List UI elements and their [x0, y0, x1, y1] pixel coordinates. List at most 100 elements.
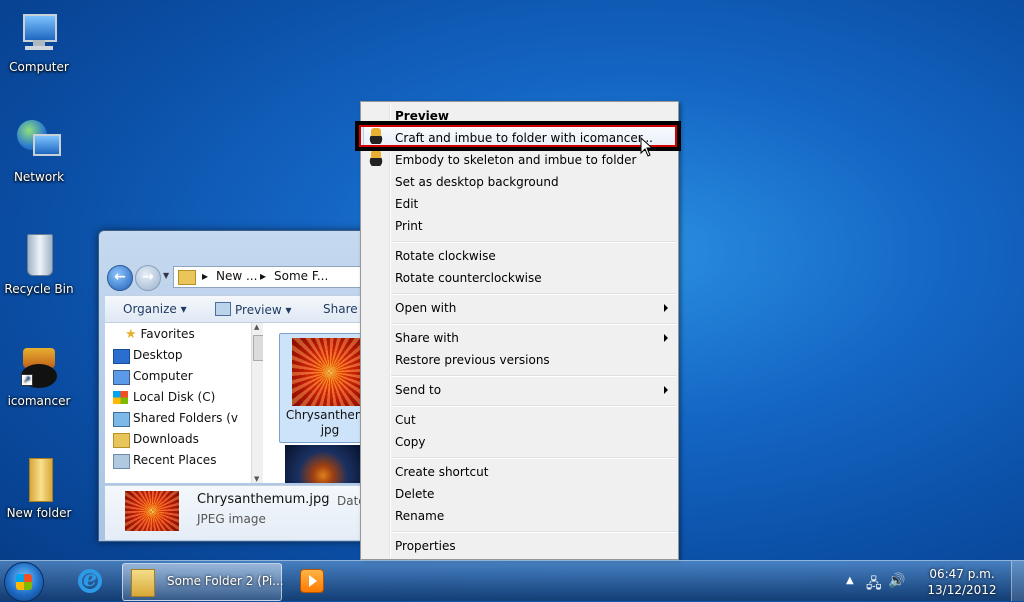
submenu-arrow-icon	[664, 334, 668, 342]
desktop-icon-label: Computer	[9, 60, 69, 74]
icomancer-icon: ↗	[15, 344, 63, 392]
nav-favorites[interactable]: ★ Favorites	[125, 327, 195, 342]
windows-logo-icon	[16, 574, 32, 590]
nav-item-desktop[interactable]: Desktop	[113, 348, 183, 364]
navigation-pane: ★ Favorites Desktop Computer Local Disk …	[105, 323, 264, 483]
taskbar: e Some Folder 2 (Pi... ▲ 🖧 🔊 06:47 p.m. …	[0, 560, 1024, 602]
preview-icon	[215, 302, 231, 316]
network-drive-icon	[113, 412, 130, 427]
explorer-window[interactable]: ← → ▼ ▸ New ... ▸ Some F... Organize ▾ P…	[98, 230, 400, 542]
breadcrumb-item[interactable]: New ...	[216, 269, 257, 283]
media-player-icon	[300, 569, 324, 593]
details-file-name: Chrysanthemum.jpg	[197, 492, 330, 507]
desktop-icon-label: icomancer	[7, 394, 71, 408]
menu-item-open-with[interactable]: Open with	[395, 298, 456, 318]
organize-button[interactable]: Organize ▾	[123, 302, 187, 316]
details-file-type: JPEG image	[197, 512, 266, 526]
scroll-down-icon[interactable]: ▼	[254, 475, 259, 483]
menu-item-properties[interactable]: Properties	[395, 536, 456, 556]
system-clock[interactable]: 06:47 p.m. 13/12/2012	[920, 566, 1004, 598]
chrysanthemum-thumbnail	[292, 338, 368, 406]
menu-separator	[391, 531, 676, 533]
desktop-icon-network[interactable]: Network	[2, 120, 76, 184]
menu-item-restore-previous-versions[interactable]: Restore previous versions	[395, 350, 550, 370]
submenu-arrow-icon	[664, 304, 668, 312]
desktop-icon-recycle-bin[interactable]: Recycle Bin	[2, 232, 76, 296]
menu-separator	[391, 293, 676, 295]
history-dropdown-icon[interactable]: ▼	[163, 271, 169, 280]
menu-item-rotate-counterclockwise[interactable]: Rotate counterclockwise	[395, 268, 542, 288]
menu-item-set-desktop-background[interactable]: Set as desktop background	[395, 172, 559, 192]
star-icon: ★	[125, 327, 137, 342]
downloads-icon	[113, 433, 130, 448]
menu-item-edit[interactable]: Edit	[395, 194, 418, 214]
show-desktop-button[interactable]	[1011, 561, 1024, 601]
desktop-icon-new-folder[interactable]: New folder	[2, 456, 76, 520]
details-pane: Chrysanthemum.jpg JPEG image Date tak	[105, 485, 399, 540]
taskbar-internet-explorer[interactable]: e	[70, 565, 110, 597]
menu-item-rename[interactable]: Rename	[395, 506, 444, 526]
command-bar: Organize ▾ Preview ▾ Share w	[105, 295, 399, 323]
highlight-annotation-box	[355, 121, 681, 151]
breadcrumb-item[interactable]: Some F...	[274, 269, 328, 283]
mouse-cursor-icon	[640, 137, 654, 157]
icomancer-icon	[368, 150, 384, 166]
clock-time: 06:47 p.m.	[929, 567, 995, 581]
desktop-icon-label: Network	[13, 170, 65, 184]
nav-item-computer[interactable]: Computer	[113, 369, 193, 385]
computer-icon	[113, 370, 130, 385]
menu-item-copy[interactable]: Copy	[395, 432, 425, 452]
back-arrow-icon: ←	[114, 269, 126, 285]
volume-icon[interactable]: 🔊	[888, 573, 905, 589]
nav-item-local-disk[interactable]: Local Disk (C)	[113, 390, 215, 404]
recycle-bin-icon	[15, 232, 63, 280]
details-thumbnail	[125, 491, 179, 531]
menu-item-rotate-clockwise[interactable]: Rotate clockwise	[395, 246, 496, 266]
context-menu: Preview Craft and imbue to folder with i…	[360, 101, 679, 560]
clock-date: 13/12/2012	[927, 583, 997, 597]
menu-item-create-shortcut[interactable]: Create shortcut	[395, 462, 488, 482]
menu-item-send-to[interactable]: Send to	[395, 380, 441, 400]
recent-places-icon	[113, 454, 130, 469]
show-hidden-icons-button[interactable]: ▲	[846, 575, 854, 586]
network-status-icon[interactable]: 🖧	[866, 573, 882, 597]
menu-gutter	[389, 104, 391, 557]
menu-separator	[391, 241, 676, 243]
desktop-icon-computer[interactable]: Computer	[2, 10, 76, 74]
nav-item-recent-places[interactable]: Recent Places	[113, 453, 216, 469]
submenu-arrow-icon	[664, 386, 668, 394]
jellyfish-thumbnail[interactable]	[285, 445, 361, 483]
menu-item-print[interactable]: Print	[395, 216, 423, 236]
forward-arrow-icon: →	[142, 269, 154, 285]
scroll-up-icon[interactable]: ▲	[254, 323, 259, 331]
navigation-bar: ← → ▼ ▸ New ... ▸ Some F...	[105, 263, 399, 291]
back-button[interactable]: ←	[107, 265, 133, 291]
drive-icon	[113, 391, 128, 404]
menu-item-embody-to-skeleton[interactable]: Embody to skeleton and imbue to folder	[395, 150, 637, 170]
taskbar-window-title: Some Folder 2 (Pi...	[167, 574, 284, 588]
nav-item-downloads[interactable]: Downloads	[113, 432, 199, 448]
desktop-icon-label: Recycle Bin	[4, 282, 74, 296]
folder-icon	[15, 456, 63, 504]
ie-letter-icon: e	[83, 566, 97, 592]
preview-button[interactable]: Preview ▾	[215, 302, 292, 317]
menu-separator	[391, 375, 676, 377]
notification-area: ▲ 🖧 🔊 06:47 p.m. 13/12/2012	[844, 561, 1024, 601]
folder-icon	[131, 569, 155, 597]
taskbar-media-player[interactable]	[292, 565, 332, 597]
menu-item-share-with[interactable]: Share with	[395, 328, 459, 348]
menu-separator	[391, 457, 676, 459]
taskbar-explorer-window[interactable]: Some Folder 2 (Pi...	[122, 563, 284, 601]
breadcrumb-separator[interactable]: ▸	[202, 269, 208, 283]
nav-item-shared-folders[interactable]: Shared Folders (v	[113, 411, 238, 427]
menu-item-delete[interactable]: Delete	[395, 484, 434, 504]
menu-separator	[391, 323, 676, 325]
forward-button[interactable]: →	[135, 265, 161, 291]
desktop-icon-icomancer[interactable]: ↗ icomancer	[2, 344, 76, 408]
network-icon	[15, 120, 63, 168]
start-button[interactable]	[4, 562, 44, 602]
computer-icon	[15, 10, 63, 58]
breadcrumb-separator[interactable]: ▸	[260, 269, 266, 283]
menu-item-cut[interactable]: Cut	[395, 410, 416, 430]
desktop-icon	[113, 349, 130, 364]
